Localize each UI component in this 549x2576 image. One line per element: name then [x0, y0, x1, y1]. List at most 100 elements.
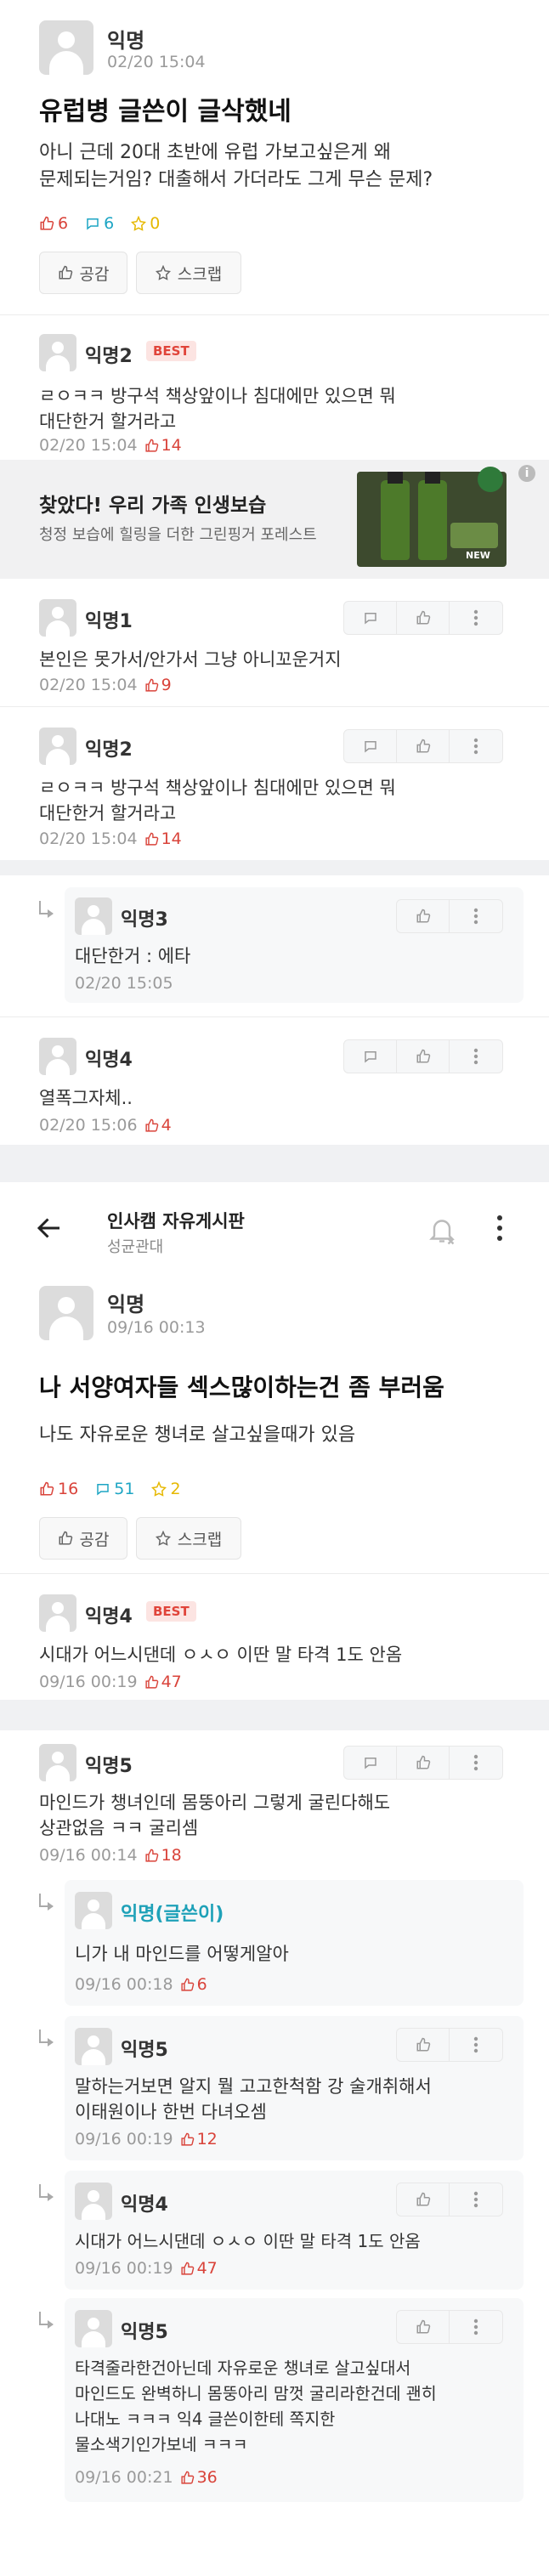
more-icon[interactable]: [450, 1040, 502, 1073]
post-2: 익명 09/16 00:13 나 서양여자들 섹스많이하는건 좀 부러움 나도 …: [0, 1276, 549, 1573]
commenter-name: 익명2: [85, 346, 133, 367]
comment-tools: [396, 899, 503, 933]
thumbs-up-icon: [144, 832, 158, 846]
like-button[interactable]: 공감: [39, 1517, 127, 1560]
comment-meta: 09/16 00:19 47: [39, 1673, 182, 1691]
board-title: 인사캠 자유게시판: [107, 1211, 245, 1231]
comment-time: 02/20 15:04: [39, 676, 138, 694]
comment-time: 09/16 00:19: [39, 1673, 138, 1691]
comment-meta: 02/20 15:06 4: [39, 1116, 172, 1135]
thumbs-up-icon[interactable]: [397, 602, 450, 634]
thumbs-up-icon[interactable]: [397, 2311, 450, 2343]
commenter-avatar: [39, 1038, 76, 1075]
thumbs-up-icon[interactable]: [397, 2029, 450, 2061]
writer-name: 익명(글쓴이): [121, 1904, 224, 1925]
more-icon[interactable]: [450, 900, 502, 932]
more-icon[interactable]: [450, 2311, 502, 2343]
more-icon[interactable]: [450, 2029, 502, 2061]
reply: 익명5 말하는거보면 알지 뭘 고고한척함 강 술개취해서 이태원이나 한번 다…: [0, 2013, 549, 2167]
comment-time: 09/16 00:19: [75, 2130, 173, 2149]
comment-like-count: 4: [161, 1116, 172, 1135]
comment-like-count: 9: [161, 676, 172, 694]
best-comment: 익명4 BEST 시대가 어느시댄데 ㅇㅅㅇ 이딴 말 타격 1도 안옴 09/…: [0, 1574, 549, 1700]
reply-arrow-icon: [39, 2184, 54, 2201]
reply-icon[interactable]: [344, 602, 397, 634]
reply-arrow-icon: [39, 1894, 54, 1911]
comment-like-count: 14: [161, 436, 182, 455]
thumbs-up-icon[interactable]: [397, 1040, 450, 1073]
comment-tools: [343, 1746, 503, 1780]
thumbs-up-icon[interactable]: [397, 730, 450, 762]
post-body: 아니 근데 20대 초반에 유럽 가보고싶은게 왜 문제되는거임? 대출해서 가…: [39, 142, 433, 190]
comment-meta: 09/16 00:18 6: [75, 1975, 207, 1994]
author-avatar: [39, 1286, 93, 1340]
back-arrow-icon[interactable]: [34, 1213, 68, 1247]
more-icon[interactable]: [450, 602, 502, 634]
scrap-button[interactable]: 스크랩: [136, 252, 241, 294]
like-button-label: 공감: [79, 264, 110, 284]
thumbs-up-icon: [180, 1978, 194, 1991]
comment-text: ㄹㅇㅋㅋ 방구석 책상앞이나 침대에만 있으면 뭐 대단한거 할거라고: [39, 778, 396, 824]
comment-text: 마인드가 챙녀인데 몸뚱아리 그렇게 굴린다해도 상관없음 ㅋㅋ 굴리셈: [39, 1792, 391, 1838]
comment-like-count: 12: [196, 2130, 218, 2149]
star-icon: [155, 265, 171, 280]
commenter-avatar: [75, 2310, 112, 2347]
comment-time: 09/16 00:21: [75, 2468, 173, 2487]
comment-text: ㄹㅇㅋㅋ 방구석 책상앞이나 침대에만 있으면 뭐 대단한거 할거라고: [39, 386, 396, 432]
comment-meta: 09/16 00:19 47: [75, 2259, 218, 2278]
ad-banner[interactable]: 찾았다! 우리 가족 인생보습 청정 보습에 힐링을 더한 그린핑거 포레스트 …: [0, 460, 549, 579]
comment-tools: [396, 2183, 503, 2216]
scrap-button-label: 스크랩: [177, 1530, 223, 1549]
thumbs-up-icon: [40, 1481, 54, 1496]
reply: 익명(글쓴이) 니가 내 마인드를 어떻게알아 09/16 00:18 6: [0, 1877, 549, 2013]
like-count: 16: [58, 1480, 79, 1498]
star-icon: [151, 1480, 167, 1497]
comment-meta: 02/20 15:04 14: [39, 829, 182, 848]
author-name: 익명: [107, 1293, 145, 1316]
commenter-name: 익명5: [85, 1756, 133, 1777]
commenter-name: 익명4: [85, 1606, 133, 1628]
more-icon[interactable]: [450, 1747, 502, 1779]
commenter-name: 익명4: [85, 1050, 133, 1071]
ad-info-icon[interactable]: i: [518, 465, 535, 482]
reply-icon[interactable]: [344, 1040, 397, 1073]
bell-off-icon[interactable]: [427, 1214, 457, 1248]
commenter-avatar: [75, 2183, 112, 2220]
ad-new-tag: NEW: [466, 550, 490, 561]
scrap-count: 0: [150, 214, 161, 233]
reply-arrow-icon: [39, 2030, 54, 2047]
commenter-name: 익명4: [121, 2194, 168, 2216]
comment-tools: [343, 601, 503, 635]
thumbs-up-icon[interactable]: [397, 1747, 450, 1779]
thumbs-up-icon: [59, 265, 72, 280]
board-header: 인사캠 자유게시판 성균관대: [0, 1182, 549, 1276]
commenter-name: 익명1: [85, 611, 133, 632]
thumbs-up-icon[interactable]: [397, 2183, 450, 2216]
comment-meta: 02/20 15:04 14: [39, 436, 182, 455]
comment-meta: 02/20 15:04 9: [39, 676, 172, 694]
more-icon[interactable]: [450, 2183, 502, 2216]
section-gap: [0, 1145, 549, 1182]
comment-count: 51: [114, 1480, 135, 1498]
thumbs-up-icon: [144, 1675, 158, 1689]
thumbs-up-icon: [144, 1118, 158, 1132]
more-vertical-icon[interactable]: [496, 1214, 503, 1245]
comment-meta: 09/16 00:21 36: [75, 2468, 218, 2487]
comment: 익명1 본인은 못가서/안가서 그냥 아니꼬운거지 02/20 15:04 9: [0, 579, 549, 706]
reply-icon[interactable]: [344, 1747, 397, 1779]
section-gap: [0, 1700, 549, 1730]
like-button-label: 공감: [79, 1530, 110, 1549]
like-button[interactable]: 공감: [39, 252, 127, 294]
reply-icon[interactable]: [344, 730, 397, 762]
thumbs-up-icon[interactable]: [397, 900, 450, 932]
thumbs-up-icon: [144, 1848, 158, 1862]
scrap-button[interactable]: 스크랩: [136, 1517, 241, 1560]
commenter-avatar: [39, 1594, 76, 1632]
thumbs-up-icon: [144, 439, 158, 452]
comment-time: 02/20 15:04: [39, 829, 138, 848]
more-icon[interactable]: [450, 730, 502, 762]
post-stats: 16 51 2: [39, 1480, 193, 1498]
star-icon: [155, 1531, 171, 1546]
comment: 익명5 마인드가 챙녀인데 몸뚱아리 그렇게 굴린다해도 상관없음 ㅋㅋ 굴리셈…: [0, 1730, 549, 1877]
best-badge: BEST: [146, 341, 196, 361]
